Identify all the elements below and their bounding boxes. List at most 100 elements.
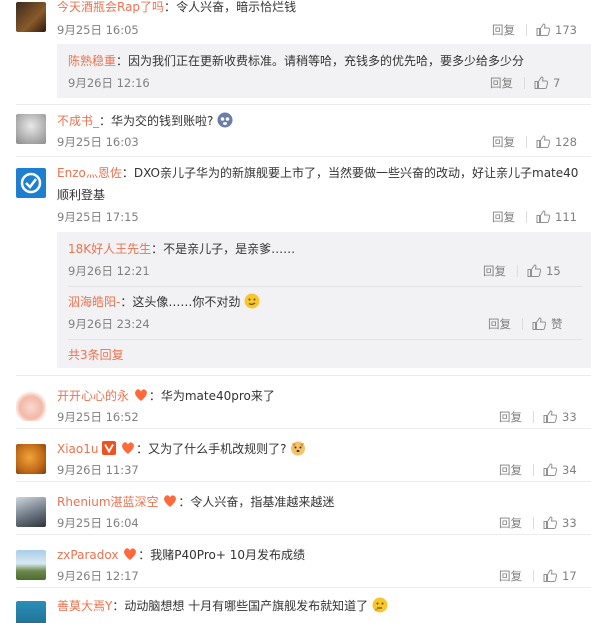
comment-item: 不成书_：华为交的钱到账啦? 9月25日 16:03 回复 128 bbox=[0, 110, 591, 158]
like-button[interactable]: 17 bbox=[543, 568, 577, 584]
like-count: 17 bbox=[562, 569, 577, 583]
reply-thread: 18K好人王先生：不是亲儿子，是亲爹…… 9月26日 12:21 回复 15 泅… bbox=[57, 232, 591, 368]
user-avatar[interactable] bbox=[16, 2, 46, 32]
reply-button[interactable]: 回复 bbox=[499, 462, 522, 478]
comment-username[interactable]: Rhenium湛蓝深空 bbox=[57, 495, 159, 509]
colon-separator: ： bbox=[112, 599, 125, 613]
colon-separator: ： bbox=[121, 166, 134, 180]
user-avatar[interactable] bbox=[16, 168, 46, 198]
reply-button[interactable]: 回复 bbox=[490, 75, 513, 91]
reply-button[interactable]: 回复 bbox=[492, 209, 515, 225]
like-button[interactable]: 128 bbox=[536, 134, 577, 150]
comment-username[interactable]: 不成书_ bbox=[57, 114, 99, 128]
app-logo-icon bbox=[20, 172, 42, 194]
comment-item: 开开心心的永 ：华为mate40pro来了 9月25日 16:52 回复 33 bbox=[0, 381, 591, 429]
user-avatar[interactable] bbox=[16, 497, 46, 527]
thumbs-up-icon bbox=[543, 463, 558, 476]
like-button[interactable]: 111 bbox=[536, 209, 577, 225]
fan-badge-icon bbox=[122, 442, 135, 454]
user-avatar[interactable] bbox=[16, 391, 46, 421]
reply-timestamp: 9月26日 23:24 bbox=[68, 317, 150, 331]
thumbs-up-icon bbox=[543, 516, 558, 529]
comment-username[interactable]: Enzo灬恩佐 bbox=[57, 166, 122, 180]
comment-timestamp: 9月25日 17:15 bbox=[57, 210, 139, 224]
reply-thread: 陈熟稳重：因为我们正在更新收费标准。请稍等哈，充钱多的优先哈，要多少给多少分 9… bbox=[57, 44, 591, 98]
action-divider bbox=[533, 411, 534, 423]
comment-username[interactable]: 今天酒瓶会Rap了吗 bbox=[57, 0, 164, 14]
action-divider bbox=[533, 517, 534, 529]
reply-button[interactable]: 回复 bbox=[499, 568, 522, 584]
reply-text: 这头像……你不对劲 bbox=[132, 295, 241, 309]
like-button[interactable]: 33 bbox=[543, 409, 577, 425]
comment-text: 又为了什么手机改规则了? bbox=[148, 442, 287, 456]
colon-separator: ： bbox=[178, 495, 191, 509]
comment-item: Xiao1u ：又为了什么手机改规则了? 9月26日 11:37 回复 34 bbox=[0, 434, 591, 482]
thumbs-up-icon bbox=[532, 317, 547, 330]
reply-username[interactable]: 18K好人王先生 bbox=[68, 242, 151, 256]
comment-divider bbox=[16, 104, 591, 105]
action-divider bbox=[522, 318, 523, 330]
reply-divider bbox=[68, 339, 582, 340]
action-divider bbox=[533, 570, 534, 582]
comment-timestamp: 9月25日 16:05 bbox=[57, 23, 139, 37]
colon-separator: ： bbox=[136, 442, 149, 456]
action-divider bbox=[526, 211, 527, 223]
emoji-thinking-icon bbox=[372, 597, 388, 613]
reply-username[interactable]: 泅海皓阳- bbox=[68, 295, 120, 309]
action-divider bbox=[526, 136, 527, 148]
reply-button[interactable]: 回复 bbox=[499, 515, 522, 531]
comment-timestamp: 9月26日 12:17 bbox=[57, 569, 139, 583]
comment-text: 动动脑想想 十月有哪些国产旗舰发布就知道了 bbox=[124, 599, 369, 613]
thumbs-up-icon bbox=[543, 569, 558, 582]
like-button[interactable]: 赞 bbox=[532, 316, 563, 332]
colon-separator: ： bbox=[148, 389, 161, 403]
like-button[interactable]: 34 bbox=[543, 462, 577, 478]
user-avatar[interactable] bbox=[16, 550, 46, 580]
reply-text: 不是亲儿子，是亲爹…… bbox=[163, 242, 296, 256]
user-avatar[interactable] bbox=[16, 114, 46, 144]
comment-text-continuation: 顺利登基 bbox=[57, 188, 106, 202]
comment-divider bbox=[16, 428, 591, 429]
thumbs-up-icon bbox=[536, 135, 551, 148]
comment-username[interactable]: 开开心心的永 bbox=[57, 389, 129, 403]
fan-badge-icon bbox=[134, 389, 147, 401]
comment-username[interactable]: Xiao1u bbox=[57, 442, 99, 456]
reply-button[interactable]: 回复 bbox=[499, 409, 522, 425]
reply-button[interactable]: 回复 bbox=[492, 134, 515, 150]
like-count: 34 bbox=[562, 463, 577, 477]
like-button[interactable]: 15 bbox=[527, 263, 561, 279]
action-divider bbox=[526, 24, 527, 36]
colon-separator: ： bbox=[116, 54, 129, 68]
reply-text: 因为我们正在更新收费标准。请稍等哈，充钱多的优先哈，要多少给多少分 bbox=[128, 54, 525, 68]
comment-divider bbox=[16, 375, 591, 376]
comment-item: zxParadox ：我赌P40Pro+ 10月发布成绩 9月26日 12:17… bbox=[0, 540, 591, 588]
comment-divider bbox=[16, 481, 591, 482]
comment-text: 华为mate40pro来了 bbox=[160, 389, 275, 403]
comment-text: 华为交的钱到账啦? bbox=[111, 114, 214, 128]
comment-divider bbox=[16, 156, 591, 157]
like-button[interactable]: 7 bbox=[534, 75, 560, 91]
reply-button[interactable]: 回复 bbox=[483, 263, 506, 279]
action-divider bbox=[524, 77, 525, 89]
action-divider bbox=[533, 464, 534, 476]
like-button[interactable]: 173 bbox=[536, 22, 577, 38]
user-avatar[interactable] bbox=[16, 601, 46, 623]
like-count: 7 bbox=[553, 76, 561, 90]
comment-text: 令人兴奋，指基准越来越迷 bbox=[190, 495, 335, 509]
comment-username[interactable]: zxParadox bbox=[57, 548, 118, 562]
like-button[interactable]: 33 bbox=[543, 515, 577, 531]
colon-separator: ： bbox=[120, 295, 133, 309]
reply-button[interactable]: 回复 bbox=[492, 22, 515, 38]
comment-item: Enzo灬恩佐：DXO亲儿子华为的新旗舰要上市了，当然要做一些兴奋的改动，好让亲… bbox=[0, 162, 591, 372]
comment-username[interactable]: 善莫大焉Y bbox=[57, 599, 112, 613]
reply-button[interactable]: 回复 bbox=[488, 316, 511, 332]
like-count: 128 bbox=[555, 135, 577, 149]
like-label: 赞 bbox=[551, 317, 563, 331]
user-avatar[interactable] bbox=[16, 444, 46, 474]
comment-divider bbox=[16, 587, 591, 588]
reply-username[interactable]: 陈熟稳重 bbox=[68, 54, 116, 68]
view-all-replies-link[interactable]: 共3条回复 bbox=[68, 346, 124, 363]
comment-timestamp: 9月25日 16:03 bbox=[57, 135, 139, 149]
thumbs-up-icon bbox=[536, 210, 551, 223]
comment-timestamp: 9月26日 11:37 bbox=[57, 463, 139, 477]
